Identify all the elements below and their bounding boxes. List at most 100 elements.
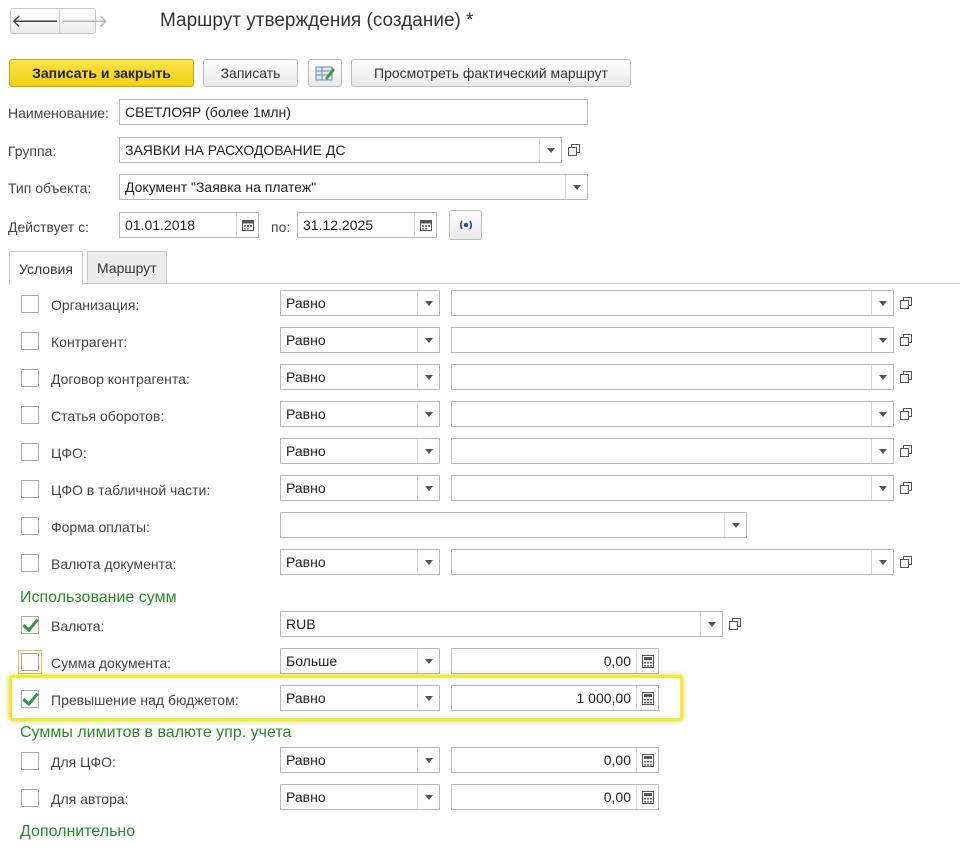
arrow-right-icon: 🡒 xyxy=(60,10,109,31)
tab-conditions[interactable]: Условия xyxy=(9,251,83,285)
calculator-icon[interactable] xyxy=(636,785,658,809)
valid-to-field[interactable]: 31.12.2025 xyxy=(297,212,437,238)
object-type-field[interactable]: Документ "Заявка на платеж" xyxy=(119,174,588,200)
condition-operator-value: Равно xyxy=(286,406,326,422)
back-button[interactable]: 🡐 xyxy=(11,9,59,33)
condition-checkbox[interactable] xyxy=(21,406,39,424)
open-icon[interactable] xyxy=(895,364,917,390)
chevron-down-icon[interactable] xyxy=(871,550,893,574)
chevron-down-icon[interactable] xyxy=(417,439,439,463)
condition-value-field[interactable] xyxy=(451,327,894,353)
chevron-down-icon[interactable] xyxy=(417,328,439,352)
for-cfo-operator[interactable]: Равно xyxy=(280,747,440,773)
budget-excess-operator[interactable]: Равно xyxy=(280,685,440,711)
chevron-down-icon[interactable] xyxy=(871,328,893,352)
condition-value-field[interactable] xyxy=(451,364,894,390)
chevron-down-icon[interactable] xyxy=(417,365,439,389)
condition-checkbox[interactable] xyxy=(21,443,39,461)
condition-checkbox[interactable] xyxy=(21,554,39,572)
condition-operator[interactable]: Равно xyxy=(280,290,440,316)
calculator-icon[interactable] xyxy=(636,686,658,710)
for-cfo-label: Для ЦФО: xyxy=(51,754,116,770)
view-actual-route-button[interactable]: Просмотреть фактический маршрут xyxy=(351,59,631,87)
open-icon[interactable] xyxy=(895,290,917,316)
condition-checkbox[interactable] xyxy=(21,480,39,498)
tab-route[interactable]: Маршрут xyxy=(87,251,167,283)
chevron-down-icon[interactable] xyxy=(871,291,893,315)
amounts-section-title: Использование сумм xyxy=(20,589,177,606)
condition-label: Организация: xyxy=(51,297,140,313)
condition-checkbox[interactable] xyxy=(21,369,39,387)
condition-value-field[interactable] xyxy=(451,549,894,575)
valid-from-field[interactable]: 01.01.2018 xyxy=(119,212,259,238)
doc-sum-operator[interactable]: Больше xyxy=(280,648,440,674)
condition-operator[interactable]: Равно xyxy=(280,401,440,427)
forward-button[interactable]: 🡒 xyxy=(59,9,109,33)
open-icon[interactable] xyxy=(895,401,917,427)
budget-excess-operator-value: Равно xyxy=(286,690,326,706)
for-author-value: 0,00 xyxy=(603,789,631,805)
condition-operator[interactable]: Равно xyxy=(280,364,440,390)
open-icon[interactable] xyxy=(895,549,917,575)
chevron-down-icon[interactable] xyxy=(417,748,439,772)
condition-value-field[interactable] xyxy=(451,401,894,427)
currency-field[interactable]: RUB xyxy=(280,611,723,637)
chevron-down-icon[interactable] xyxy=(871,365,893,389)
open-icon[interactable] xyxy=(724,611,746,637)
calculator-icon[interactable] xyxy=(636,748,658,772)
name-field[interactable]: СВЕТЛОЯР (более 1млн) xyxy=(119,99,588,125)
save-and-close-button[interactable]: Записать и закрыть xyxy=(9,59,194,87)
chevron-down-icon[interactable] xyxy=(417,686,439,710)
condition-value-field[interactable] xyxy=(280,512,747,538)
valid-from-value: 01.01.2018 xyxy=(125,217,196,233)
budget-excess-value-field[interactable]: 1 000,00 xyxy=(451,685,659,711)
chevron-down-icon[interactable] xyxy=(724,513,746,537)
period-select-button[interactable] xyxy=(449,210,482,240)
doc-sum-checkbox[interactable] xyxy=(18,650,42,674)
group-field[interactable]: ЗАЯВКИ НА РАСХОДОВАНИЕ ДС xyxy=(119,137,562,163)
budget-excess-checkbox[interactable] xyxy=(21,690,39,708)
chevron-down-icon[interactable] xyxy=(417,476,439,500)
doc-sum-value-field[interactable]: 0,00 xyxy=(451,648,659,674)
condition-checkbox[interactable] xyxy=(21,517,39,535)
chevron-down-icon[interactable] xyxy=(417,291,439,315)
condition-label: Валюта документа: xyxy=(51,556,177,572)
calendar-icon[interactable] xyxy=(414,213,436,237)
condition-operator[interactable]: Равно xyxy=(280,475,440,501)
condition-operator[interactable]: Равно xyxy=(280,327,440,353)
open-icon[interactable] xyxy=(563,137,585,163)
for-author-checkbox[interactable] xyxy=(21,789,39,807)
chevron-down-icon[interactable] xyxy=(871,439,893,463)
condition-value-field[interactable] xyxy=(451,438,894,464)
condition-value-field[interactable] xyxy=(451,290,894,316)
save-button[interactable]: Записать xyxy=(203,59,298,87)
chevron-down-icon[interactable] xyxy=(417,649,439,673)
for-cfo-checkbox[interactable] xyxy=(21,752,39,770)
for-author-operator[interactable]: Равно xyxy=(280,784,440,810)
chevron-down-icon[interactable] xyxy=(417,785,439,809)
condition-label: Договор контрагента: xyxy=(51,371,190,387)
condition-label: Форма оплаты: xyxy=(51,519,150,535)
condition-checkbox[interactable] xyxy=(21,332,39,350)
chevron-down-icon[interactable] xyxy=(871,402,893,426)
for-cfo-value-field[interactable]: 0,00 xyxy=(451,747,659,773)
chevron-down-icon[interactable] xyxy=(417,550,439,574)
condition-value-field[interactable] xyxy=(451,475,894,501)
chevron-down-icon[interactable] xyxy=(871,476,893,500)
currency-checkbox[interactable] xyxy=(21,616,39,634)
condition-checkbox[interactable] xyxy=(21,295,39,313)
calendar-icon[interactable] xyxy=(236,213,258,237)
condition-operator[interactable]: Равно xyxy=(280,438,440,464)
edit-table-button[interactable] xyxy=(308,59,342,87)
open-icon[interactable] xyxy=(895,438,917,464)
open-icon[interactable] xyxy=(895,475,917,501)
for-author-value-field[interactable]: 0,00 xyxy=(451,784,659,810)
navigation-buttons: 🡐 🡒 xyxy=(10,8,109,34)
chevron-down-icon[interactable] xyxy=(700,612,722,636)
condition-operator[interactable]: Равно xyxy=(280,549,440,575)
chevron-down-icon[interactable] xyxy=(565,175,587,199)
chevron-down-icon[interactable] xyxy=(539,138,561,162)
calculator-icon[interactable] xyxy=(636,649,658,673)
open-icon[interactable] xyxy=(895,327,917,353)
chevron-down-icon[interactable] xyxy=(417,402,439,426)
